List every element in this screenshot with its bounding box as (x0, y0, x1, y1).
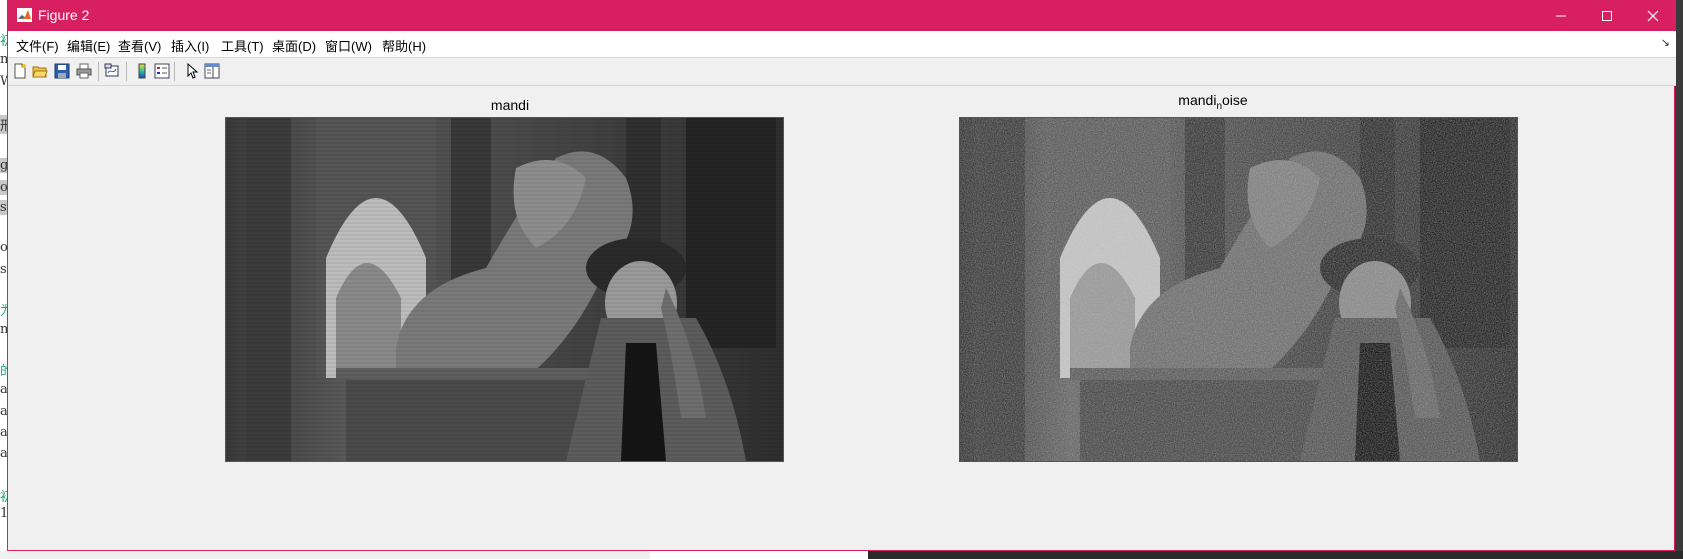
window-title: Figure 2 (38, 7, 90, 23)
figure-window: Figure 2 文件(F) 编辑(E) 查看(V) 插入(I) 工具(T) 桌… (7, 0, 1676, 551)
subplot-2-title-rest: oise (1222, 92, 1248, 108)
subplot-2-image[interactable] (959, 117, 1518, 462)
subplot-1-title-main: mandi (490, 97, 530, 113)
menu-help[interactable]: 帮助(H) (382, 36, 426, 55)
toolbar-separator (98, 62, 99, 81)
new-figure-icon[interactable] (10, 61, 30, 81)
menu-desktop[interactable]: 桌面(D) (272, 36, 316, 55)
background-image-window (868, 551, 1683, 559)
property-editor-icon[interactable] (202, 61, 222, 81)
maximize-button[interactable] (1584, 0, 1630, 31)
background-taskbar-strip (0, 551, 1683, 559)
colorbar-icon[interactable] (132, 61, 152, 81)
open-file-icon[interactable] (30, 61, 50, 81)
dock-arrow-icon[interactable]: ↘ (1661, 36, 1670, 49)
menu-file[interactable]: 文件(F) (16, 36, 59, 55)
matlab-logo-icon (17, 8, 32, 22)
toolbar-separator (126, 62, 127, 81)
menu-edit[interactable]: 编辑(E) (67, 36, 110, 55)
subplot-2-title-main: mandi (1178, 92, 1217, 108)
subplot-1-image[interactable] (225, 117, 784, 462)
print-icon[interactable] (74, 61, 94, 81)
menu-insert[interactable]: 插入(I) (171, 36, 209, 55)
close-button[interactable] (1630, 0, 1676, 31)
select-pointer-icon[interactable] (182, 61, 202, 81)
menu-tools[interactable]: 工具(T) (221, 36, 264, 55)
legend-icon[interactable] (152, 61, 172, 81)
subplot-2-title: mandinoise (1138, 92, 1288, 112)
toolbar-separator (174, 62, 175, 81)
menu-window[interactable]: 窗口(W) (325, 36, 372, 55)
subplot-1-title: mandi (445, 97, 575, 113)
title-bar[interactable]: Figure 2 (8, 0, 1676, 31)
menu-bar: 文件(F) 编辑(E) 查看(V) 插入(I) 工具(T) 桌面(D) 窗口(W… (8, 31, 1676, 58)
link-plot-icon[interactable] (102, 61, 122, 81)
figure-toolbar (8, 58, 1676, 86)
minimize-button[interactable] (1538, 0, 1584, 31)
background-editor-bottom (650, 551, 868, 559)
save-icon[interactable] (52, 61, 72, 81)
menu-view[interactable]: 查看(V) (118, 36, 161, 55)
